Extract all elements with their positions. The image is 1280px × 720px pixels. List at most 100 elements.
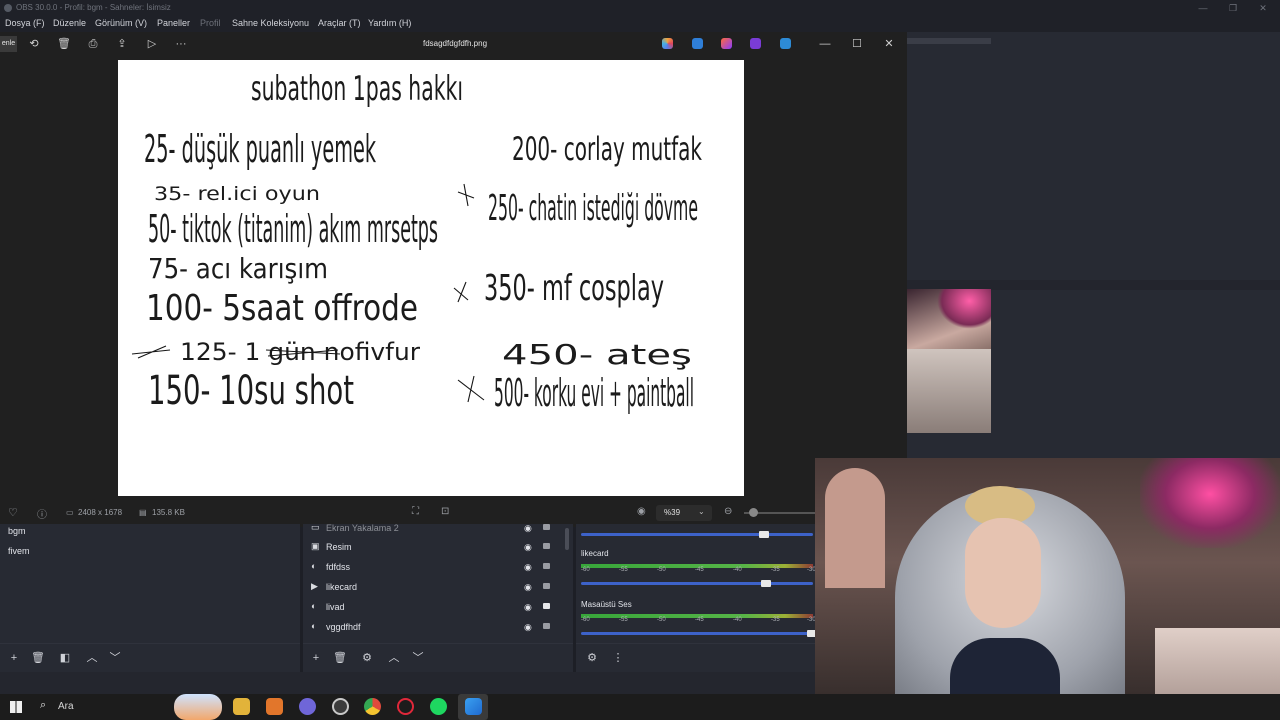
menu-profile[interactable]: Profil (200, 16, 221, 31)
source-name: Ekran Yakalama 2 (326, 523, 399, 533)
source-properties-button[interactable]: ⚙ (359, 650, 375, 666)
file-explorer-icon[interactable] (233, 698, 250, 715)
volume-slider[interactable] (581, 630, 817, 637)
neon-light (937, 289, 991, 329)
lock-icon[interactable] (543, 623, 550, 629)
print-icon[interactable]: ⎙ (82, 32, 104, 56)
volume-slider[interactable] (581, 580, 813, 587)
clipchamp-icon[interactable] (721, 38, 732, 49)
add-source-button[interactable]: + (308, 650, 324, 666)
lock-icon[interactable] (543, 583, 550, 589)
source-row[interactable]: ◐ vggdfhdf ◉ (303, 617, 563, 637)
lock-icon[interactable] (543, 563, 550, 569)
more-options-icon[interactable]: ··· (170, 32, 192, 56)
zoom-slider[interactable] (744, 508, 815, 517)
source-row[interactable]: ◐ livad ◉ (303, 597, 563, 617)
slideshow-icon[interactable]: ▷ (141, 32, 163, 56)
menu-view[interactable]: Görünüm (V) (95, 16, 147, 31)
menu-help[interactable]: Yardım (H) (368, 16, 411, 31)
viewer-maximize-icon[interactable]: ☐ (846, 32, 868, 56)
move-down-button[interactable]: ﹀ (107, 650, 123, 666)
audio-more-button[interactable]: ⋮ (610, 650, 626, 666)
lock-icon[interactable] (543, 603, 550, 609)
rotate-icon[interactable]: ⟲ (23, 32, 45, 56)
viewer-file-name: fdsagdfdgfdfh.png (422, 39, 488, 48)
file-size: 135.8 KB (152, 508, 185, 517)
menu-scene-collection[interactable]: Sahne Koleksiyonu (232, 16, 309, 31)
add-scene-button[interactable]: + (6, 650, 22, 666)
volume-slider[interactable] (581, 531, 813, 538)
scene-filters-button[interactable]: ◧ (57, 650, 73, 666)
close-icon[interactable]: ✕ (1248, 0, 1278, 16)
remove-source-button[interactable]: 🗑 (332, 650, 348, 666)
audio-settings-button[interactable]: ⚙ (584, 650, 600, 666)
remove-scene-button[interactable]: 🗑 (30, 650, 46, 666)
note-left-150: 150- 10su shot (148, 368, 354, 414)
source-row[interactable]: ▭ Ekran Yakalama 2 ◉ (303, 518, 563, 538)
share-icon[interactable]: ⇪ (111, 32, 133, 56)
windows-start-icon[interactable] (10, 701, 22, 713)
note-right-250: 250- chatin istediği dövme (488, 188, 698, 229)
source-row[interactable]: ◐ fdfdss ◉ (303, 557, 563, 577)
opera-icon[interactable] (397, 698, 414, 715)
obs-logo-icon (4, 4, 12, 12)
zoom-select[interactable]: %39 ⌄ (656, 505, 712, 521)
zoom-slider-thumb[interactable] (749, 508, 758, 517)
screenshot-icon[interactable]: ◉ (637, 506, 646, 517)
scene-item[interactable]: fivem (8, 546, 30, 556)
sources-scrollbar[interactable] (565, 528, 569, 550)
note-right-450: 450- ateş (502, 338, 692, 371)
scene-item[interactable]: bgm (8, 526, 26, 536)
spotify-icon[interactable] (430, 698, 447, 715)
browser-icon: ◐ (311, 621, 317, 631)
menu-docks[interactable]: Paneller (157, 16, 190, 31)
move-up-button[interactable]: ︿ (386, 650, 402, 666)
lock-icon[interactable] (543, 543, 550, 549)
favorite-icon[interactable]: ♡ (8, 506, 18, 519)
source-row[interactable]: ▣ Resim ◉ (303, 537, 563, 557)
monitor-icon: ▭ (311, 522, 320, 532)
edit-app-icon[interactable] (692, 38, 703, 49)
info-icon[interactable]: ⓘ (37, 506, 47, 521)
webcam-overlay (815, 458, 1280, 720)
photos-app-icon[interactable] (662, 38, 673, 49)
menu-file[interactable]: Dosya (F) (5, 16, 45, 31)
chrome-icon[interactable] (364, 698, 381, 715)
note-right-200: 200- corlay mutfak (512, 130, 702, 168)
zoom-out-icon[interactable]: ⊖ (724, 506, 732, 517)
file-size-icon: ▤ (139, 508, 147, 517)
cloud-icon[interactable] (780, 38, 791, 49)
scenes-dock: bgm fivem + 🗑 ◧ ︿ ﹀ (0, 524, 300, 672)
viewer-close-icon[interactable]: ✕ (878, 32, 900, 56)
search-icon[interactable]: ⌕ (40, 699, 46, 712)
actual-size-icon[interactable]: ⊡ (441, 506, 449, 517)
neon-light (1140, 458, 1280, 548)
visibility-icon[interactable]: ◉ (524, 617, 532, 637)
fit-icon[interactable]: ⛶ (412, 506, 419, 517)
visibility-icon[interactable]: ◉ (524, 537, 532, 557)
app-icon[interactable] (266, 698, 283, 715)
source-row[interactable]: ▶ likecard ◉ (303, 577, 563, 597)
designer-icon[interactable] (750, 38, 761, 49)
move-up-button[interactable]: ︿ (84, 650, 100, 666)
move-down-button[interactable]: ﹀ (410, 650, 426, 666)
taskbar-search[interactable]: Ara (58, 701, 74, 712)
photos-taskbar-button[interactable] (458, 694, 488, 720)
volume-slider-thumb[interactable] (759, 531, 769, 538)
visibility-icon[interactable]: ◉ (524, 518, 532, 538)
menu-tools[interactable]: Araçlar (T) (318, 16, 361, 31)
obs-icon[interactable] (332, 698, 349, 715)
edit-button[interactable]: enle (0, 36, 17, 52)
volume-slider-thumb[interactable] (761, 580, 771, 587)
search-highlight-icon[interactable] (174, 694, 222, 720)
menu-edit[interactable]: Düzenle (53, 16, 86, 31)
viewer-minimize-icon[interactable]: — (814, 32, 836, 56)
visibility-icon[interactable]: ◉ (524, 557, 532, 577)
minimize-icon[interactable]: — (1188, 0, 1218, 16)
visibility-icon[interactable]: ◉ (524, 597, 532, 617)
delete-icon[interactable]: 🗑 (53, 32, 75, 56)
discord-icon[interactable] (299, 698, 316, 715)
visibility-icon[interactable]: ◉ (524, 577, 532, 597)
restore-icon[interactable]: ❐ (1218, 0, 1248, 16)
lock-icon[interactable] (543, 524, 550, 530)
